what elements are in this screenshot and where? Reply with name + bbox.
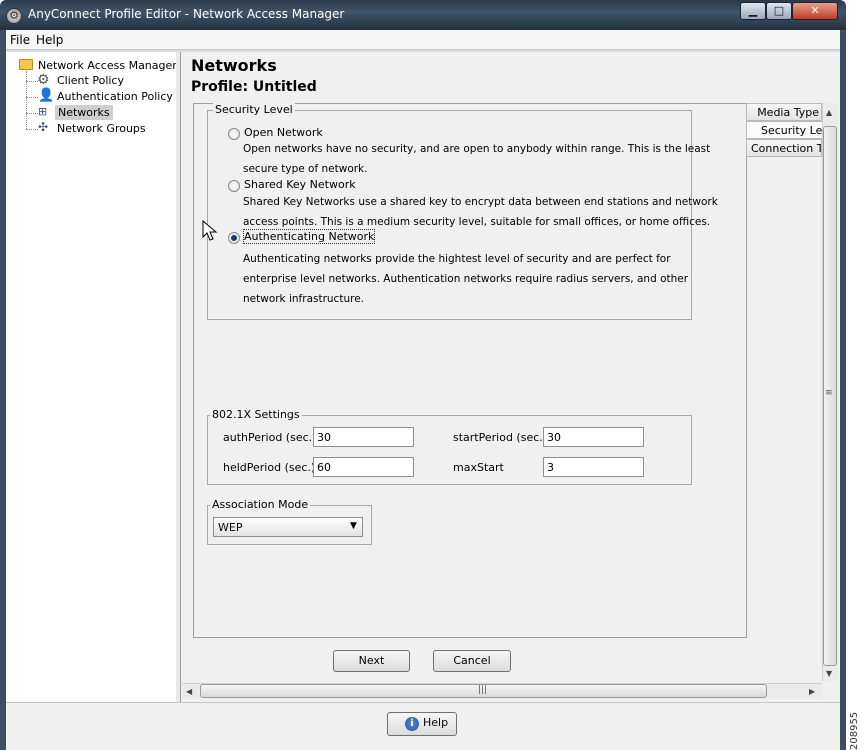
tree-item-authentication-policy[interactable]: Authentication Policy — [57, 90, 173, 103]
tree-root[interactable]: Network Access Manager — [38, 59, 177, 72]
maximize-button[interactable]: □ — [766, 2, 792, 20]
open-network-label[interactable]: Open Network — [244, 126, 323, 139]
tab-connection-type[interactable]: Connection Type — [746, 139, 822, 157]
network-group-icon: ✣ — [38, 120, 49, 134]
authenticating-network-label[interactable]: Authenticating Network — [242, 229, 376, 244]
help-button[interactable]: i Help — [387, 712, 457, 736]
held-period-input[interactable] — [313, 457, 414, 477]
open-network-radio[interactable] — [228, 128, 240, 140]
tree-item-networks[interactable]: Networks — [55, 105, 113, 120]
max-start-label: maxStart — [453, 461, 504, 474]
start-period-label: startPeriod (sec.) — [453, 431, 548, 444]
auth-period-input[interactable] — [313, 427, 414, 447]
app-icon: ⚙ — [6, 8, 22, 24]
shared-key-network-desc: access points. This is a medium security… — [243, 216, 711, 228]
security-level-legend: Security Level — [213, 103, 295, 116]
authenticating-network-desc: Authenticating networks provide the high… — [243, 253, 671, 265]
tree-item-network-groups[interactable]: Network Groups — [57, 122, 146, 135]
navigation-tree: Network Access Manager ⚙ Client Policy 👤… — [6, 52, 180, 702]
grip-icon: ||| — [478, 685, 488, 695]
cancel-button[interactable]: Cancel — [433, 650, 511, 672]
network-icon: ⊞ — [38, 105, 48, 118]
association-mode-legend: Association Mode — [210, 498, 311, 511]
auth-period-label: authPeriod (sec.) — [223, 431, 317, 444]
authenticating-network-radio[interactable] — [228, 232, 240, 244]
tab-media-type[interactable]: Media Type — [746, 103, 822, 121]
figure-number: 208955 — [849, 711, 860, 750]
scroll-right-icon[interactable]: ▶ — [809, 687, 815, 696]
mouse-cursor-icon — [202, 220, 218, 241]
shared-key-network-label[interactable]: Shared Key Network — [244, 178, 356, 191]
association-mode-select[interactable]: WEP ▼ — [213, 517, 363, 537]
security-level-group — [207, 110, 692, 320]
page-title: Networks — [191, 56, 277, 75]
window-title: AnyConnect Profile Editor - Network Acce… — [28, 7, 345, 21]
user-key-icon: 👤 — [38, 88, 55, 103]
chevron-down-icon: ▼ — [350, 521, 357, 531]
help-label: Help — [423, 716, 449, 729]
open-network-desc: Open networks have no security, and are … — [243, 143, 711, 155]
grip-icon: ≡ — [825, 388, 833, 398]
menu-help[interactable]: Help — [36, 33, 63, 47]
start-period-input[interactable] — [543, 427, 644, 447]
tab-security-level[interactable]: Security Level — [746, 121, 822, 139]
authenticating-network-desc: network infrastructure. — [243, 293, 364, 305]
menu-bar: File Help — [6, 30, 840, 50]
folder-icon — [19, 59, 33, 70]
tree-item-client-policy[interactable]: Client Policy — [57, 74, 124, 87]
profile-title: Profile: Untitled — [191, 79, 317, 95]
held-period-label: heldPeriod (sec.) — [223, 461, 316, 474]
scroll-down-icon[interactable]: ▼ — [826, 669, 832, 678]
scroll-left-icon[interactable]: ◀ — [186, 687, 192, 696]
dot1x-settings-legend: 802.1X Settings — [210, 408, 302, 421]
minimize-button[interactable]: ▁ — [740, 2, 766, 20]
shared-key-network-desc: Shared Key Networks use a shared key to … — [243, 196, 718, 208]
max-start-input[interactable] — [543, 457, 644, 477]
shared-key-network-radio[interactable] — [228, 180, 240, 192]
close-button[interactable]: ✕ — [792, 2, 838, 20]
gear-icon: ⚙ — [37, 72, 50, 88]
next-button[interactable]: Next — [333, 650, 410, 672]
info-icon: i — [405, 717, 419, 731]
association-mode-value: WEP — [218, 521, 243, 534]
authenticating-network-desc: enterprise level networks. Authenticatio… — [243, 273, 689, 285]
scroll-up-icon[interactable]: ▲ — [826, 108, 832, 117]
open-network-desc: secure type of network. — [243, 163, 368, 175]
menu-file[interactable]: File — [10, 33, 30, 47]
